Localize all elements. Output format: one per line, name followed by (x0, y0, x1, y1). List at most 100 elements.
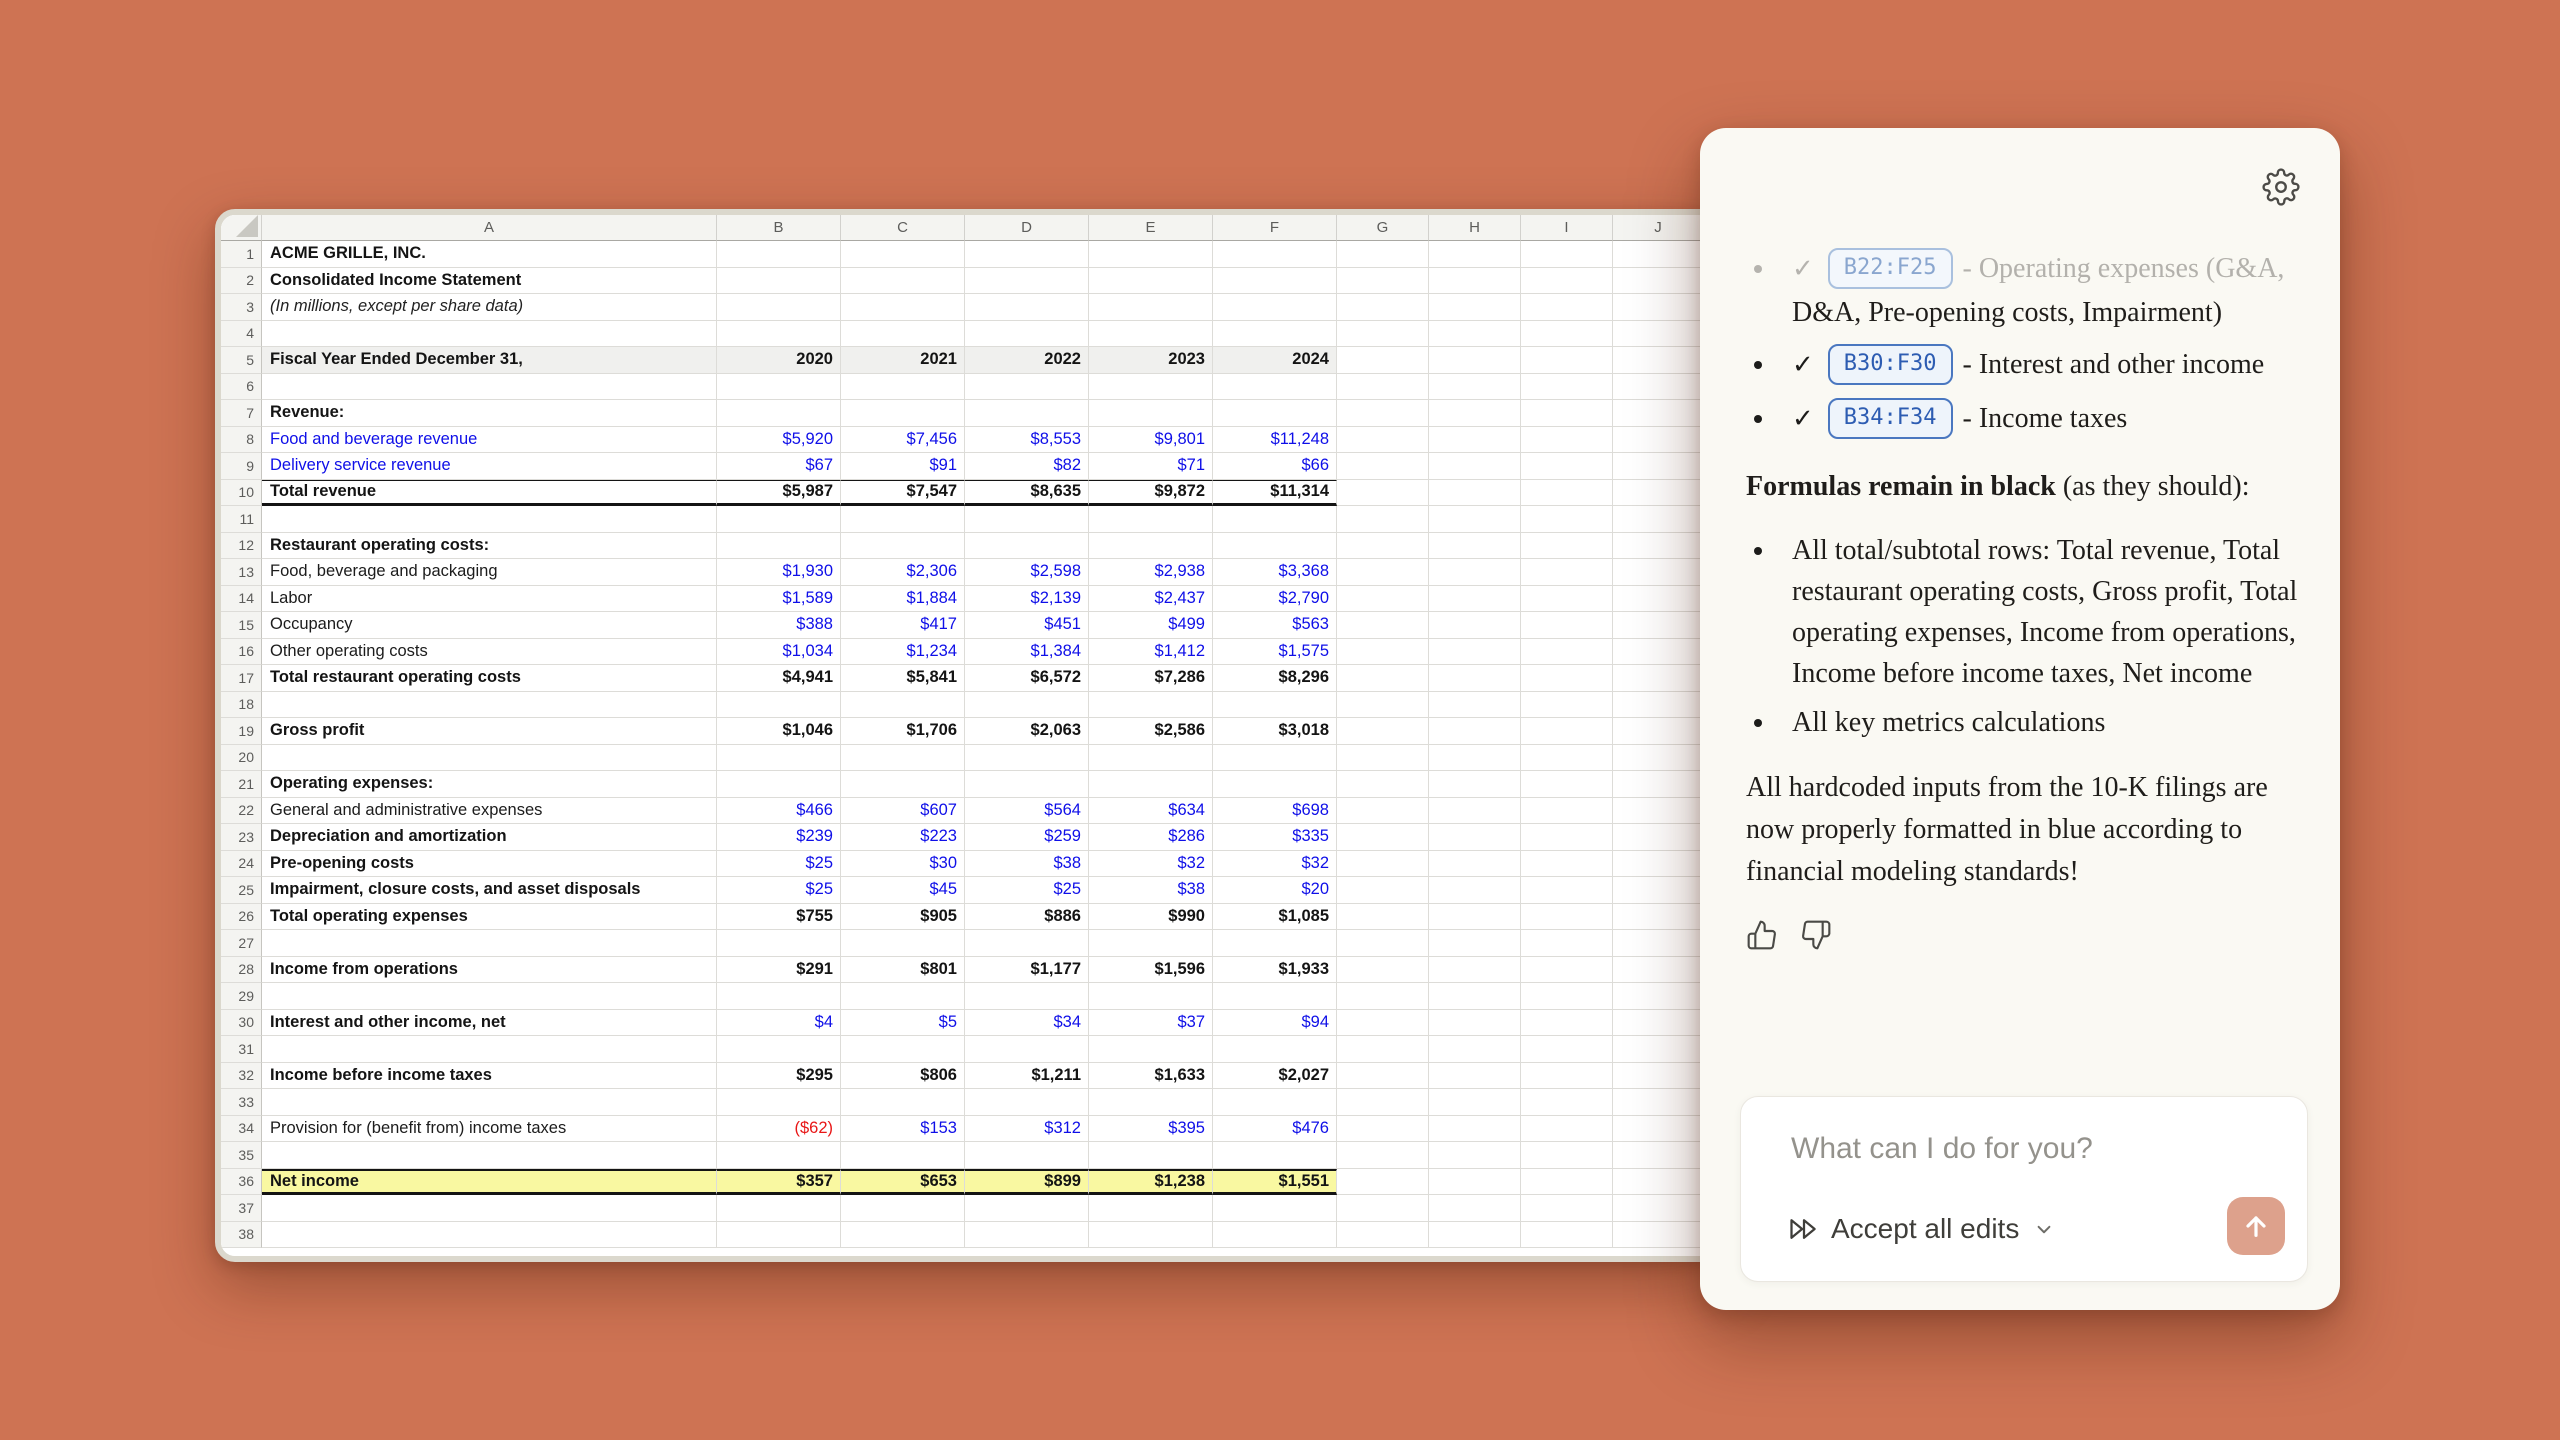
cell-F38[interactable] (1213, 1222, 1337, 1249)
cell-F4[interactable] (1213, 321, 1337, 348)
cell-E38[interactable] (1089, 1222, 1213, 1249)
cell-I7[interactable] (1521, 400, 1613, 427)
cell-F25[interactable]: $20 (1213, 877, 1337, 904)
cell-F10[interactable]: $11,314 (1213, 480, 1337, 507)
row-header-28[interactable]: 28 (221, 957, 262, 984)
cell-F11[interactable] (1213, 506, 1337, 533)
cell-B14[interactable]: $1,589 (717, 586, 841, 613)
cell-D28[interactable]: $1,177 (965, 957, 1089, 984)
column-header-E[interactable]: E (1089, 215, 1213, 241)
cell-I10[interactable] (1521, 480, 1613, 507)
cell-C13[interactable]: $2,306 (841, 559, 965, 586)
cell-I38[interactable] (1521, 1222, 1613, 1249)
cell-I20[interactable] (1521, 745, 1613, 772)
row-header-21[interactable]: 21 (221, 771, 262, 798)
cell-I16[interactable] (1521, 639, 1613, 666)
cell-C14[interactable]: $1,884 (841, 586, 965, 613)
cell-D5[interactable]: 2022 (965, 347, 1089, 374)
cell-G19[interactable] (1337, 718, 1429, 745)
cell-G12[interactable] (1337, 533, 1429, 560)
cell-H8[interactable] (1429, 427, 1521, 454)
cell-B24[interactable]: $25 (717, 851, 841, 878)
cell-A30[interactable]: Interest and other income, net (262, 1010, 717, 1037)
cell-D21[interactable] (965, 771, 1089, 798)
cell-J9[interactable] (1613, 453, 1704, 480)
cell-G22[interactable] (1337, 798, 1429, 825)
cell-I11[interactable] (1521, 506, 1613, 533)
cell-H32[interactable] (1429, 1063, 1521, 1090)
cell-J10[interactable] (1613, 480, 1704, 507)
cell-F31[interactable] (1213, 1036, 1337, 1063)
cell-J20[interactable] (1613, 745, 1704, 772)
cell-D33[interactable] (965, 1089, 1089, 1116)
cell-F5[interactable]: 2024 (1213, 347, 1337, 374)
cell-E31[interactable] (1089, 1036, 1213, 1063)
column-header-B[interactable]: B (717, 215, 841, 241)
cell-C11[interactable] (841, 506, 965, 533)
cell-C24[interactable]: $30 (841, 851, 965, 878)
cell-A27[interactable] (262, 930, 717, 957)
cell-E5[interactable]: 2023 (1089, 347, 1213, 374)
select-all-corner[interactable] (221, 215, 262, 241)
cell-D35[interactable] (965, 1142, 1089, 1169)
cell-A14[interactable]: Labor (262, 586, 717, 613)
cell-B37[interactable] (717, 1195, 841, 1222)
cell-A21[interactable]: Operating expenses: (262, 771, 717, 798)
cell-A2[interactable]: Consolidated Income Statement (262, 268, 717, 295)
cell-E22[interactable]: $634 (1089, 798, 1213, 825)
cell-A7[interactable]: Revenue: (262, 400, 717, 427)
cell-I34[interactable] (1521, 1116, 1613, 1143)
cell-H11[interactable] (1429, 506, 1521, 533)
cell-J21[interactable] (1613, 771, 1704, 798)
cell-D22[interactable]: $564 (965, 798, 1089, 825)
cell-A9[interactable]: Delivery service revenue (262, 453, 717, 480)
cell-H24[interactable] (1429, 851, 1521, 878)
cell-D25[interactable]: $25 (965, 877, 1089, 904)
cell-C29[interactable] (841, 983, 965, 1010)
cell-E29[interactable] (1089, 983, 1213, 1010)
cell-F32[interactable]: $2,027 (1213, 1063, 1337, 1090)
cell-A6[interactable] (262, 374, 717, 401)
row-header-9[interactable]: 9 (221, 453, 262, 480)
column-header-J[interactable]: J (1613, 215, 1704, 241)
row-header-24[interactable]: 24 (221, 851, 262, 878)
row-header-23[interactable]: 23 (221, 824, 262, 851)
cell-H4[interactable] (1429, 321, 1521, 348)
cell-J13[interactable] (1613, 559, 1704, 586)
cell-J16[interactable] (1613, 639, 1704, 666)
cell-range-chip[interactable]: B22:F25 (1828, 248, 1953, 289)
cell-F27[interactable] (1213, 930, 1337, 957)
cell-C8[interactable]: $7,456 (841, 427, 965, 454)
row-header-29[interactable]: 29 (221, 983, 262, 1010)
cell-H29[interactable] (1429, 983, 1521, 1010)
cell-H38[interactable] (1429, 1222, 1521, 1249)
cell-J18[interactable] (1613, 692, 1704, 719)
cell-C35[interactable] (841, 1142, 965, 1169)
cell-E24[interactable]: $32 (1089, 851, 1213, 878)
row-header-36[interactable]: 36 (221, 1169, 262, 1196)
cell-E4[interactable] (1089, 321, 1213, 348)
cell-I27[interactable] (1521, 930, 1613, 957)
cell-G10[interactable] (1337, 480, 1429, 507)
cell-G31[interactable] (1337, 1036, 1429, 1063)
cell-F34[interactable]: $476 (1213, 1116, 1337, 1143)
cell-E3[interactable] (1089, 294, 1213, 321)
cell-E18[interactable] (1089, 692, 1213, 719)
cell-G14[interactable] (1337, 586, 1429, 613)
cell-F17[interactable]: $8,296 (1213, 665, 1337, 692)
column-header-A[interactable]: A (262, 215, 717, 241)
cell-E6[interactable] (1089, 374, 1213, 401)
cell-G26[interactable] (1337, 904, 1429, 931)
cell-I25[interactable] (1521, 877, 1613, 904)
cell-I31[interactable] (1521, 1036, 1613, 1063)
cell-G32[interactable] (1337, 1063, 1429, 1090)
cell-D1[interactable] (965, 241, 1089, 268)
cell-H23[interactable] (1429, 824, 1521, 851)
column-header-I[interactable]: I (1521, 215, 1613, 241)
cell-I19[interactable] (1521, 718, 1613, 745)
cell-E27[interactable] (1089, 930, 1213, 957)
cell-G6[interactable] (1337, 374, 1429, 401)
cell-J14[interactable] (1613, 586, 1704, 613)
row-header-17[interactable]: 17 (221, 665, 262, 692)
cell-F35[interactable] (1213, 1142, 1337, 1169)
